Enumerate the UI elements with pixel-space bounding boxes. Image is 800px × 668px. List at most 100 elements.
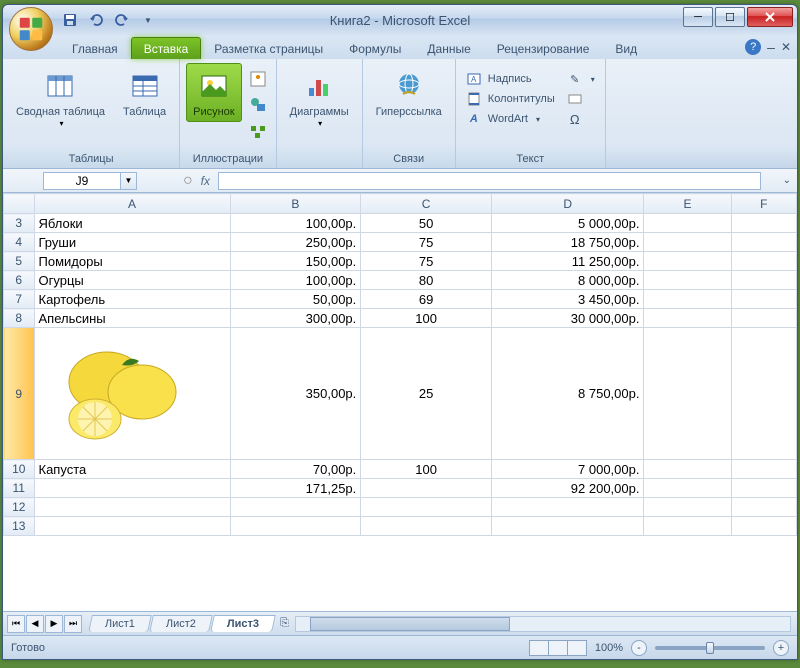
page-break-view-button[interactable] — [567, 640, 587, 656]
cell-D8[interactable]: 30 000,00р. — [491, 309, 644, 328]
cell-E6[interactable] — [644, 271, 731, 290]
sheet-tab-1[interactable]: Лист2 — [149, 615, 213, 632]
cell-E11[interactable] — [644, 479, 731, 498]
cell-A10[interactable]: Капуста — [34, 460, 230, 479]
textbox-button[interactable]: AНадпись — [462, 69, 559, 89]
cell-C8[interactable]: 100 — [361, 309, 492, 328]
cell-D11[interactable]: 92 200,00р. — [491, 479, 644, 498]
cell-D4[interactable]: 18 750,00р. — [491, 233, 644, 252]
ribbon-tab-5[interactable]: Рецензирование — [484, 37, 603, 59]
row-header-5[interactable]: 5 — [4, 252, 35, 271]
cell-E8[interactable] — [644, 309, 731, 328]
next-sheet-button[interactable]: ▶ — [45, 615, 63, 633]
cell-B7[interactable]: 50,00р. — [230, 290, 361, 309]
select-all-corner[interactable] — [4, 194, 35, 214]
cell-A9[interactable] — [34, 328, 230, 460]
cell-C3[interactable]: 50 — [361, 214, 492, 233]
col-header-F[interactable]: F — [731, 194, 796, 214]
cell-C9[interactable]: 25 — [361, 328, 492, 460]
cell-C4[interactable]: 75 — [361, 233, 492, 252]
cell-F9[interactable] — [731, 328, 796, 460]
cell-C13[interactable] — [361, 517, 492, 536]
cell-F4[interactable] — [731, 233, 796, 252]
signature-button[interactable]: ✎▾ — [563, 69, 599, 89]
cell-E7[interactable] — [644, 290, 731, 309]
name-box-input[interactable] — [43, 172, 121, 190]
cell-A5[interactable]: Помидоры — [34, 252, 230, 271]
cell-B13[interactable] — [230, 517, 361, 536]
formula-bar[interactable] — [218, 172, 761, 190]
name-box[interactable]: ▼ — [43, 172, 163, 190]
col-header-C[interactable]: C — [361, 194, 492, 214]
cell-C6[interactable]: 80 — [361, 271, 492, 290]
cell-E5[interactable] — [644, 252, 731, 271]
help-icon[interactable]: ? — [745, 39, 761, 55]
cell-A12[interactable] — [34, 498, 230, 517]
symbol-button[interactable]: Ω — [563, 109, 599, 129]
scrollbar-thumb[interactable] — [310, 617, 510, 631]
cell-B3[interactable]: 100,00р. — [230, 214, 361, 233]
cell-A3[interactable]: Яблоки — [34, 214, 230, 233]
cell-E12[interactable] — [644, 498, 731, 517]
row-header-13[interactable]: 13 — [4, 517, 35, 536]
ribbon-tab-1[interactable]: Вставка — [131, 37, 202, 59]
new-sheet-button[interactable]: ⎘ — [280, 617, 289, 630]
lemon-image[interactable] — [47, 337, 197, 447]
cell-A8[interactable]: Апельсины — [34, 309, 230, 328]
fx-label[interactable]: fx — [201, 174, 210, 188]
sheet-tab-2[interactable]: Лист3 — [210, 615, 276, 632]
cancel-formula-icon[interactable]: ○ — [183, 172, 193, 190]
cell-B6[interactable]: 100,00р. — [230, 271, 361, 290]
doc-close-icon[interactable]: ✕ — [781, 40, 791, 54]
hyperlink-button[interactable]: Гиперссылка — [369, 63, 449, 122]
cell-C12[interactable] — [361, 498, 492, 517]
cell-E10[interactable] — [644, 460, 731, 479]
zoom-in-button[interactable]: + — [773, 640, 789, 656]
charts-button[interactable]: Диаграммы ▾ — [283, 63, 356, 131]
row-header-11[interactable]: 11 — [4, 479, 35, 498]
cell-D6[interactable]: 8 000,00р. — [491, 271, 644, 290]
cell-F8[interactable] — [731, 309, 796, 328]
picture-button[interactable]: Рисунок — [186, 63, 242, 122]
cell-C5[interactable]: 75 — [361, 252, 492, 271]
cell-D13[interactable] — [491, 517, 644, 536]
cell-F11[interactable] — [731, 479, 796, 498]
clipart-icon[interactable] — [246, 67, 270, 91]
cell-D7[interactable]: 3 450,00р. — [491, 290, 644, 309]
object-button[interactable] — [563, 89, 599, 109]
page-layout-view-button[interactable] — [548, 640, 568, 656]
cell-E4[interactable] — [644, 233, 731, 252]
worksheet-area[interactable]: ABCDEF3Яблоки100,00р.505 000,00р.4Груши2… — [3, 193, 797, 611]
pivot-table-button[interactable]: Сводная таблица ▾ — [9, 63, 112, 131]
cell-D12[interactable] — [491, 498, 644, 517]
cell-F12[interactable] — [731, 498, 796, 517]
undo-icon[interactable] — [85, 9, 107, 31]
last-sheet-button[interactable]: ⏭ — [64, 615, 82, 633]
zoom-slider-knob[interactable] — [706, 642, 714, 654]
cell-F10[interactable] — [731, 460, 796, 479]
table-button[interactable]: Таблица — [116, 63, 173, 122]
redo-icon[interactable] — [111, 9, 133, 31]
cell-D10[interactable]: 7 000,00р. — [491, 460, 644, 479]
minimize-button[interactable]: ─ — [683, 7, 713, 27]
row-header-4[interactable]: 4 — [4, 233, 35, 252]
cell-D5[interactable]: 11 250,00р. — [491, 252, 644, 271]
row-header-7[interactable]: 7 — [4, 290, 35, 309]
normal-view-button[interactable] — [529, 640, 549, 656]
sheet-tab-0[interactable]: Лист1 — [88, 615, 152, 632]
cell-B12[interactable] — [230, 498, 361, 517]
cell-F5[interactable] — [731, 252, 796, 271]
smartart-icon[interactable] — [246, 119, 270, 143]
cell-E3[interactable] — [644, 214, 731, 233]
row-header-6[interactable]: 6 — [4, 271, 35, 290]
cell-C11[interactable] — [361, 479, 492, 498]
name-box-dropdown[interactable]: ▼ — [121, 172, 137, 190]
col-header-B[interactable]: B — [230, 194, 361, 214]
cell-B10[interactable]: 70,00р. — [230, 460, 361, 479]
cell-F3[interactable] — [731, 214, 796, 233]
cell-E9[interactable] — [644, 328, 731, 460]
cell-A6[interactable]: Огурцы — [34, 271, 230, 290]
maximize-button[interactable]: ☐ — [715, 7, 745, 27]
zoom-slider[interactable] — [655, 646, 765, 650]
close-button[interactable] — [747, 7, 793, 27]
